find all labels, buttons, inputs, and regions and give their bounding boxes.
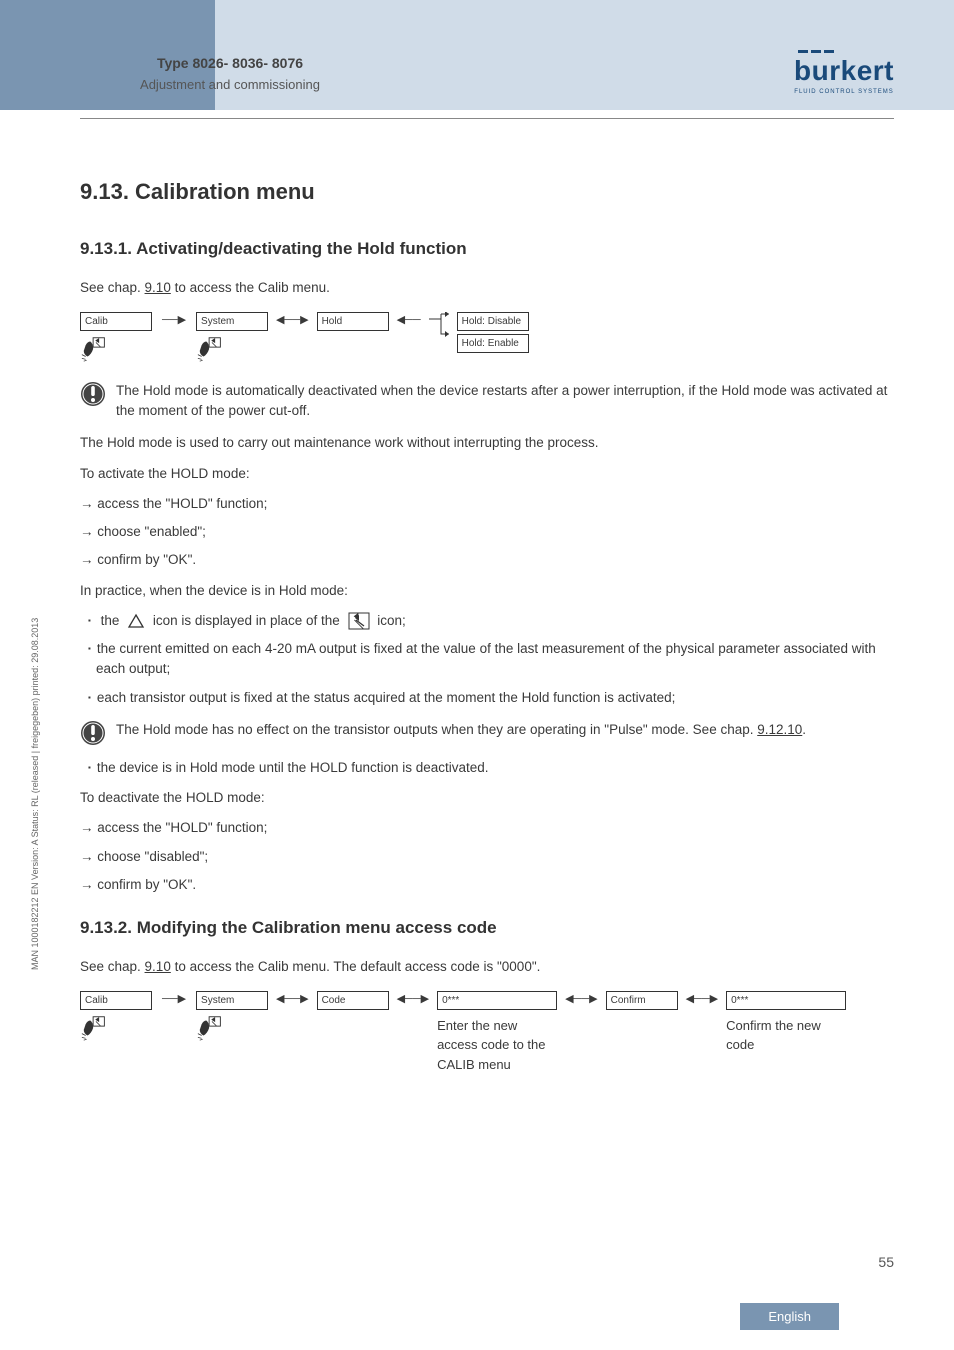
callout-warning-2: The Hold mode has no effect on the trans… — [80, 720, 894, 746]
chap-link-9-12-10[interactable]: 9.12.10 — [757, 722, 802, 737]
menu-path-code: Calib ──▶ System ◀──▶ Code ◀──▶ 0*** Ent… — [80, 991, 894, 1075]
caption-confirm-code: Confirm the new code — [726, 1016, 846, 1055]
callout-text-1: The Hold mode is automatically deactivat… — [116, 381, 894, 422]
menu-system-2: System — [196, 991, 268, 1010]
triangle-icon — [127, 613, 145, 629]
callout-warning-1: The Hold mode is automatically deactivat… — [80, 381, 894, 422]
menu-hold-disable: Hold: Disable — [457, 312, 529, 331]
step-access-hold: → access the "HOLD" function; — [80, 494, 894, 514]
section-name: Adjustment and commissioning — [80, 77, 380, 92]
chap-link-9-10-b[interactable]: 9.10 — [145, 959, 171, 974]
intro-9-13-2: See chap. 9.10 to access the Calib menu.… — [80, 957, 894, 977]
bullet-until-deactivated: the device is in Hold mode until the HOL… — [88, 758, 894, 778]
menu-calib-2: Calib — [80, 991, 152, 1010]
language-badge: English — [740, 1303, 839, 1330]
heading-9-13-2: 9.13.2. Modifying the Calibration menu a… — [80, 915, 894, 941]
main-content: 9.13. Calibration menu 9.13.1. Activatin… — [80, 175, 894, 1092]
bullet-icon-displayed: the icon is displayed in place of the ic… — [88, 611, 894, 631]
para-activate-intro: To activate the HOLD mode: — [80, 464, 894, 484]
logo-subtitle: FLUID CONTROL SYSTEMS — [794, 89, 894, 95]
arrow-right-icon: ──▶ — [162, 991, 186, 1008]
callout-text-2: The Hold mode has no effect on the trans… — [116, 720, 894, 740]
warning-icon — [80, 720, 106, 746]
arrow-bidir-icon: ◀──▶ — [276, 312, 309, 329]
para-practice-intro: In practice, when the device is in Hold … — [80, 581, 894, 601]
menu-hold: Hold — [317, 312, 389, 331]
menu-confirm: Confirm — [606, 991, 678, 1010]
arrow-bidir-icon: ◀──▶ — [397, 991, 430, 1008]
page-number: 55 — [878, 1254, 894, 1270]
nav-arrow-icon — [348, 612, 370, 630]
arrow-bidir-icon: ◀──▶ — [276, 991, 309, 1008]
warning-icon — [80, 381, 106, 407]
menu-entry-1: 0*** — [437, 991, 557, 1010]
press-icon — [80, 335, 110, 363]
header-info: Type 8026- 8036- 8076 Adjustment and com… — [80, 55, 380, 92]
para-deactivate-intro: To deactivate the HOLD mode: — [80, 788, 894, 808]
menu-entry-2: 0*** — [726, 991, 846, 1010]
menu-calib: Calib — [80, 312, 152, 331]
menu-code: Code — [317, 991, 389, 1010]
heading-9-13-1: 9.13.1. Activating/deactivating the Hold… — [80, 236, 894, 262]
arrow-bidir-icon: ◀──▶ — [565, 991, 598, 1008]
sidebar-metadata: MAN 1000182212 EN Version: A Status: RL … — [30, 618, 40, 970]
step-choose-enabled: → choose "enabled"; — [80, 522, 894, 542]
chap-link-9-10[interactable]: 9.10 — [145, 280, 171, 295]
arrow-bidir-icon: ◀──▶ — [686, 991, 719, 1008]
intro-9-13-1: See chap. 9.10 to access the Calib menu. — [80, 278, 894, 298]
press-icon — [196, 1014, 226, 1042]
bullet-transistor-fixed: each transistor output is fixed at the s… — [88, 688, 894, 708]
type-title: Type 8026- 8036- 8076 — [80, 55, 380, 71]
menu-hold-enable: Hold: Enable — [457, 334, 529, 353]
arrow-right-icon: ──▶ — [162, 312, 186, 329]
header-divider — [80, 118, 894, 119]
step-access-hold-2: → access the "HOLD" function; — [80, 818, 894, 838]
step-choose-disabled: → choose "disabled"; — [80, 847, 894, 867]
heading-9-13: 9.13. Calibration menu — [80, 175, 894, 208]
split-icon — [429, 312, 449, 342]
logo-text: burkert — [794, 55, 894, 87]
press-icon — [196, 335, 226, 363]
brand-logo: burkert FLUID CONTROL SYSTEMS — [794, 50, 894, 95]
caption-enter-code: Enter the new access code to the CALIB m… — [437, 1016, 557, 1075]
arrow-bidir-icon: ◀── — [397, 312, 421, 329]
bullet-current-fixed: the current emitted on each 4-20 mA outp… — [88, 639, 894, 680]
para-hold-purpose: The Hold mode is used to carry out maint… — [80, 433, 894, 453]
step-confirm-ok: → confirm by "OK". — [80, 550, 894, 570]
menu-path-hold: Calib ──▶ System ◀──▶ Hold ◀── — [80, 312, 894, 363]
step-confirm-ok-2: → confirm by "OK". — [80, 875, 894, 895]
menu-system: System — [196, 312, 268, 331]
press-icon — [80, 1014, 110, 1042]
